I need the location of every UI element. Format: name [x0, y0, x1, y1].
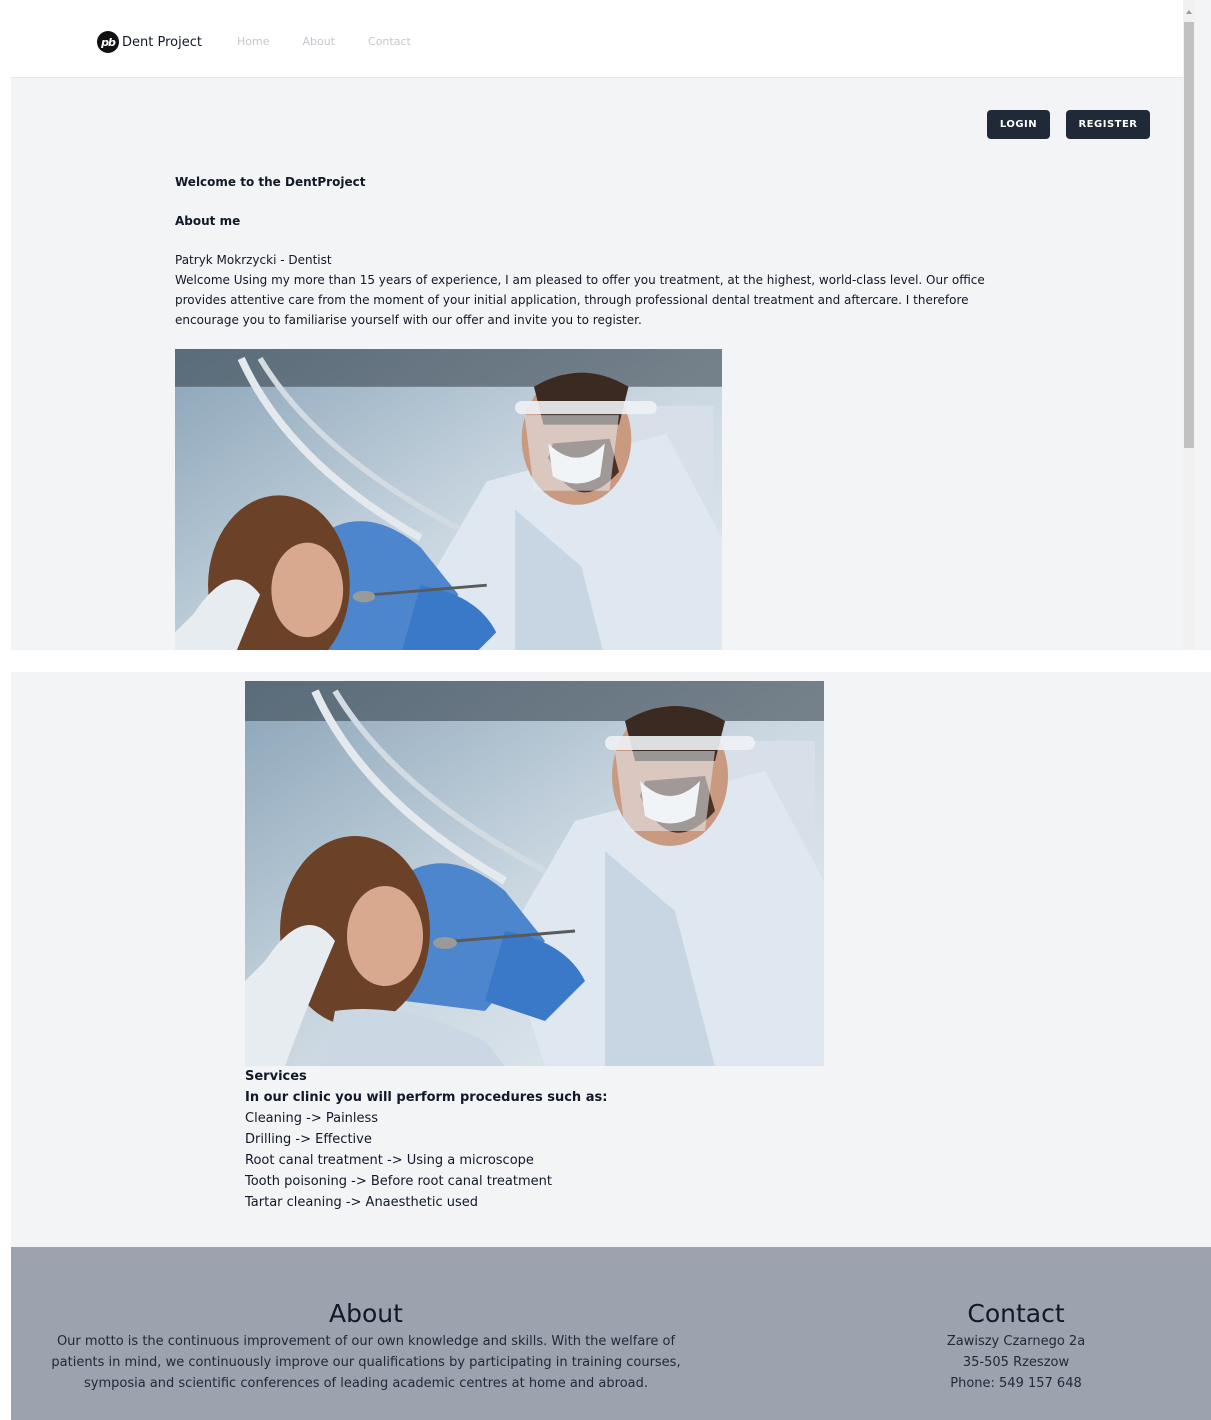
contact-address-street: Zawiszy Czarnego 2a [946, 1334, 1086, 1349]
footer-about: About Our motto is the continuous improv… [51, 1297, 681, 1394]
scroll-thumb[interactable] [1184, 22, 1194, 448]
page-view-top: pb Dent Project Home About Contact LOGIN… [11, 0, 1211, 650]
page-view-bottom: Services In our clinic you will perform … [11, 672, 1211, 1420]
login-button[interactable]: LOGIN [987, 110, 1050, 139]
scroll-up-arrow-icon[interactable] [1186, 10, 1192, 14]
services-intro: In our clinic you will perform procedure… [245, 1090, 608, 1105]
footer-about-line: symposia and scientific conferences of l… [83, 1376, 649, 1391]
register-button[interactable]: REGISTER [1066, 110, 1150, 139]
footer: About Our motto is the continuous improv… [11, 1247, 1211, 1420]
footer-about-line: Our motto is the continuous improvement … [56, 1334, 676, 1349]
navbar: pb Dent Project Home About Contact [11, 0, 1183, 78]
brand-name: Dent Project [122, 34, 202, 50]
dentist-photo [175, 349, 722, 650]
author-line: Patryk Mokrzycki - Dentist [175, 253, 332, 267]
bio-text: Welcome Using my more than 15 years of e… [175, 273, 985, 327]
brand-logo-icon: pb [97, 31, 119, 53]
service-item: Tooth poisoning -> Before root canal tre… [245, 1174, 552, 1189]
nav-links: Home About Contact [237, 35, 444, 48]
intro-section: Welcome to the DentProject About me Patr… [175, 172, 1035, 330]
services-title: Services [245, 1069, 307, 1084]
services-section: Services In our clinic you will perform … [245, 1066, 607, 1213]
nav-link-home[interactable]: Home [237, 35, 269, 48]
service-item: Tartar cleaning -> Anaesthetic used [245, 1195, 479, 1210]
dentist-photo-repeat [245, 681, 824, 1066]
footer-about-line: patients in mind, we continuously improv… [51, 1355, 681, 1370]
dentist-photo-graphic [175, 349, 722, 650]
bio-block: Patryk Mokrzycki - Dentist Welcome Using… [175, 250, 1035, 330]
brand[interactable]: pb Dent Project [97, 31, 202, 53]
service-item: Root canal treatment -> Using a microsco… [245, 1153, 534, 1168]
nav-link-contact[interactable]: Contact [368, 35, 411, 48]
footer-contact-title: Contact [967, 1299, 1065, 1328]
contact-address-city: 35-505 Rzeszow [962, 1355, 1070, 1370]
about-heading: About me [175, 214, 241, 228]
dentist-photo-repeat-graphic [245, 681, 824, 1066]
vertical-scrollbar[interactable] [1183, 0, 1195, 650]
service-item: Drilling -> Effective [245, 1132, 372, 1147]
service-item: Cleaning -> Painless [245, 1111, 379, 1126]
footer-contact: Contact Zawiszy Czarnego 2a 35-505 Rzesz… [916, 1297, 1116, 1394]
nav-link-about[interactable]: About [302, 35, 335, 48]
contact-phone: Phone: 549 157 648 [950, 1376, 1082, 1391]
footer-about-title: About [329, 1299, 403, 1328]
welcome-heading: Welcome to the DentProject [175, 175, 366, 189]
